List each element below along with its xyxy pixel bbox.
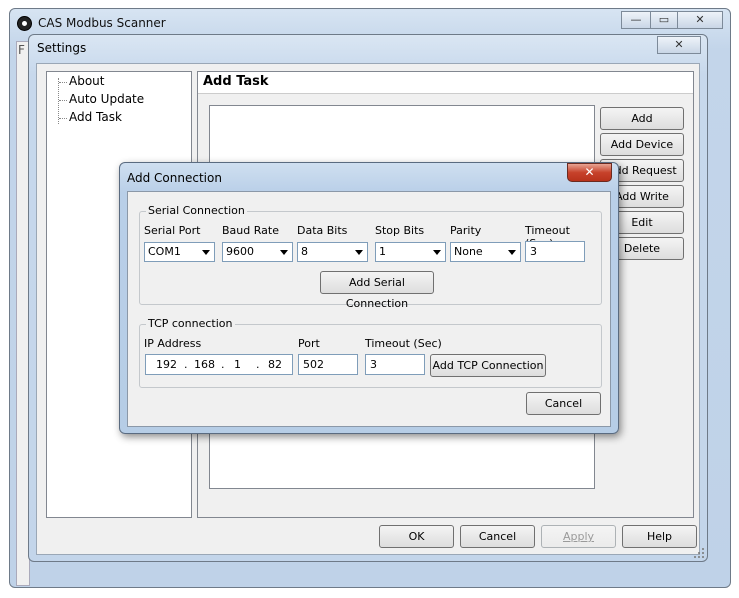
ip-octet-1[interactable]: 192 xyxy=(156,358,177,371)
parity-value: None xyxy=(454,245,483,258)
tree-item-auto-update[interactable]: Auto Update xyxy=(59,92,144,106)
data-bits-value: 8 xyxy=(301,245,308,258)
settings-close-button[interactable]: ✕ xyxy=(657,36,701,54)
ip-octet-4[interactable]: 82 xyxy=(268,358,282,371)
serial-port-label: Serial Port xyxy=(144,224,201,237)
baud-rate-value: 9600 xyxy=(226,245,254,258)
help-button[interactable]: Help xyxy=(622,525,697,548)
parity-select[interactable]: None xyxy=(450,242,521,262)
chevron-down-icon xyxy=(276,244,291,260)
ip-address-label: IP Address xyxy=(144,337,202,350)
tcp-timeout-label: Timeout (Sec) xyxy=(365,337,442,350)
panel-title: Add Task xyxy=(198,72,693,94)
parity-label: Parity xyxy=(450,224,482,237)
window-title: CAS Modbus Scanner xyxy=(38,16,166,30)
serial-timeout-input[interactable]: 3 xyxy=(525,241,585,262)
ip-dot: . xyxy=(221,358,225,371)
data-bits-select[interactable]: 8 xyxy=(297,242,368,262)
ip-octet-3[interactable]: 1 xyxy=(234,358,241,371)
chevron-down-icon xyxy=(429,244,444,260)
tree-item-add-task[interactable]: Add Task xyxy=(59,110,122,124)
serial-connection-group: Serial Connection Serial Port Baud Rate … xyxy=(139,204,602,310)
serial-group-title: Serial Connection xyxy=(146,204,247,217)
ip-octet-2[interactable]: 168 xyxy=(194,358,215,371)
stop-bits-value: 1 xyxy=(379,245,386,258)
dialog-cancel-button[interactable]: Cancel xyxy=(526,392,601,415)
settings-cancel-button[interactable]: Cancel xyxy=(460,525,535,548)
tcp-group-title: TCP connection xyxy=(146,317,235,330)
add-tcp-connection-button[interactable]: Add TCP Connection xyxy=(430,354,546,377)
chevron-down-icon xyxy=(351,244,366,260)
tree-item-about[interactable]: About xyxy=(59,74,104,88)
tcp-port-label: Port xyxy=(298,337,320,350)
dialog-title: Add Connection xyxy=(127,171,222,185)
add-serial-connection-button[interactable]: Add Serial Connection xyxy=(320,271,434,310)
baud-rate-select[interactable]: 9600 xyxy=(222,242,293,262)
ip-dot: . xyxy=(256,358,260,371)
serial-port-select[interactable]: COM1 xyxy=(144,242,215,262)
tcp-port-input[interactable]: 502 xyxy=(298,354,358,375)
tcp-connection-group: TCP connection IP Address Port Timeout (… xyxy=(139,317,602,388)
chevron-down-icon xyxy=(198,244,213,260)
apply-button[interactable]: Apply xyxy=(541,525,616,548)
add-device-button[interactable]: Add Device xyxy=(600,133,684,156)
maximize-button[interactable]: ▭ xyxy=(650,11,678,29)
close-button[interactable]: ✕ xyxy=(677,11,723,29)
settings-title: Settings xyxy=(37,41,87,55)
ok-button[interactable]: OK xyxy=(379,525,454,548)
add-connection-button[interactable]: Add Connection xyxy=(600,107,684,146)
stop-bits-label: Stop Bits xyxy=(375,224,425,237)
menu-file[interactable]: F xyxy=(18,43,25,57)
ip-address-input[interactable]: 192 . 168 . 1 . 82 xyxy=(145,354,293,375)
baud-rate-label: Baud Rate xyxy=(222,224,279,237)
tcp-timeout-input[interactable]: 3 xyxy=(365,354,425,375)
chevron-down-icon xyxy=(504,244,519,260)
minimize-button[interactable]: — xyxy=(621,11,651,29)
dialog-close-button[interactable]: ✕ xyxy=(567,163,612,182)
resize-grip[interactable] xyxy=(693,547,705,559)
add-connection-dialog: Add Connection ✕ Serial Connection Seria… xyxy=(119,162,619,434)
app-icon xyxy=(17,16,32,31)
stop-bits-select[interactable]: 1 xyxy=(375,242,446,262)
ip-dot: . xyxy=(184,358,188,371)
dialog-client: Serial Connection Serial Port Baud Rate … xyxy=(127,191,611,427)
data-bits-label: Data Bits xyxy=(297,224,348,237)
serial-port-value: COM1 xyxy=(148,245,181,258)
